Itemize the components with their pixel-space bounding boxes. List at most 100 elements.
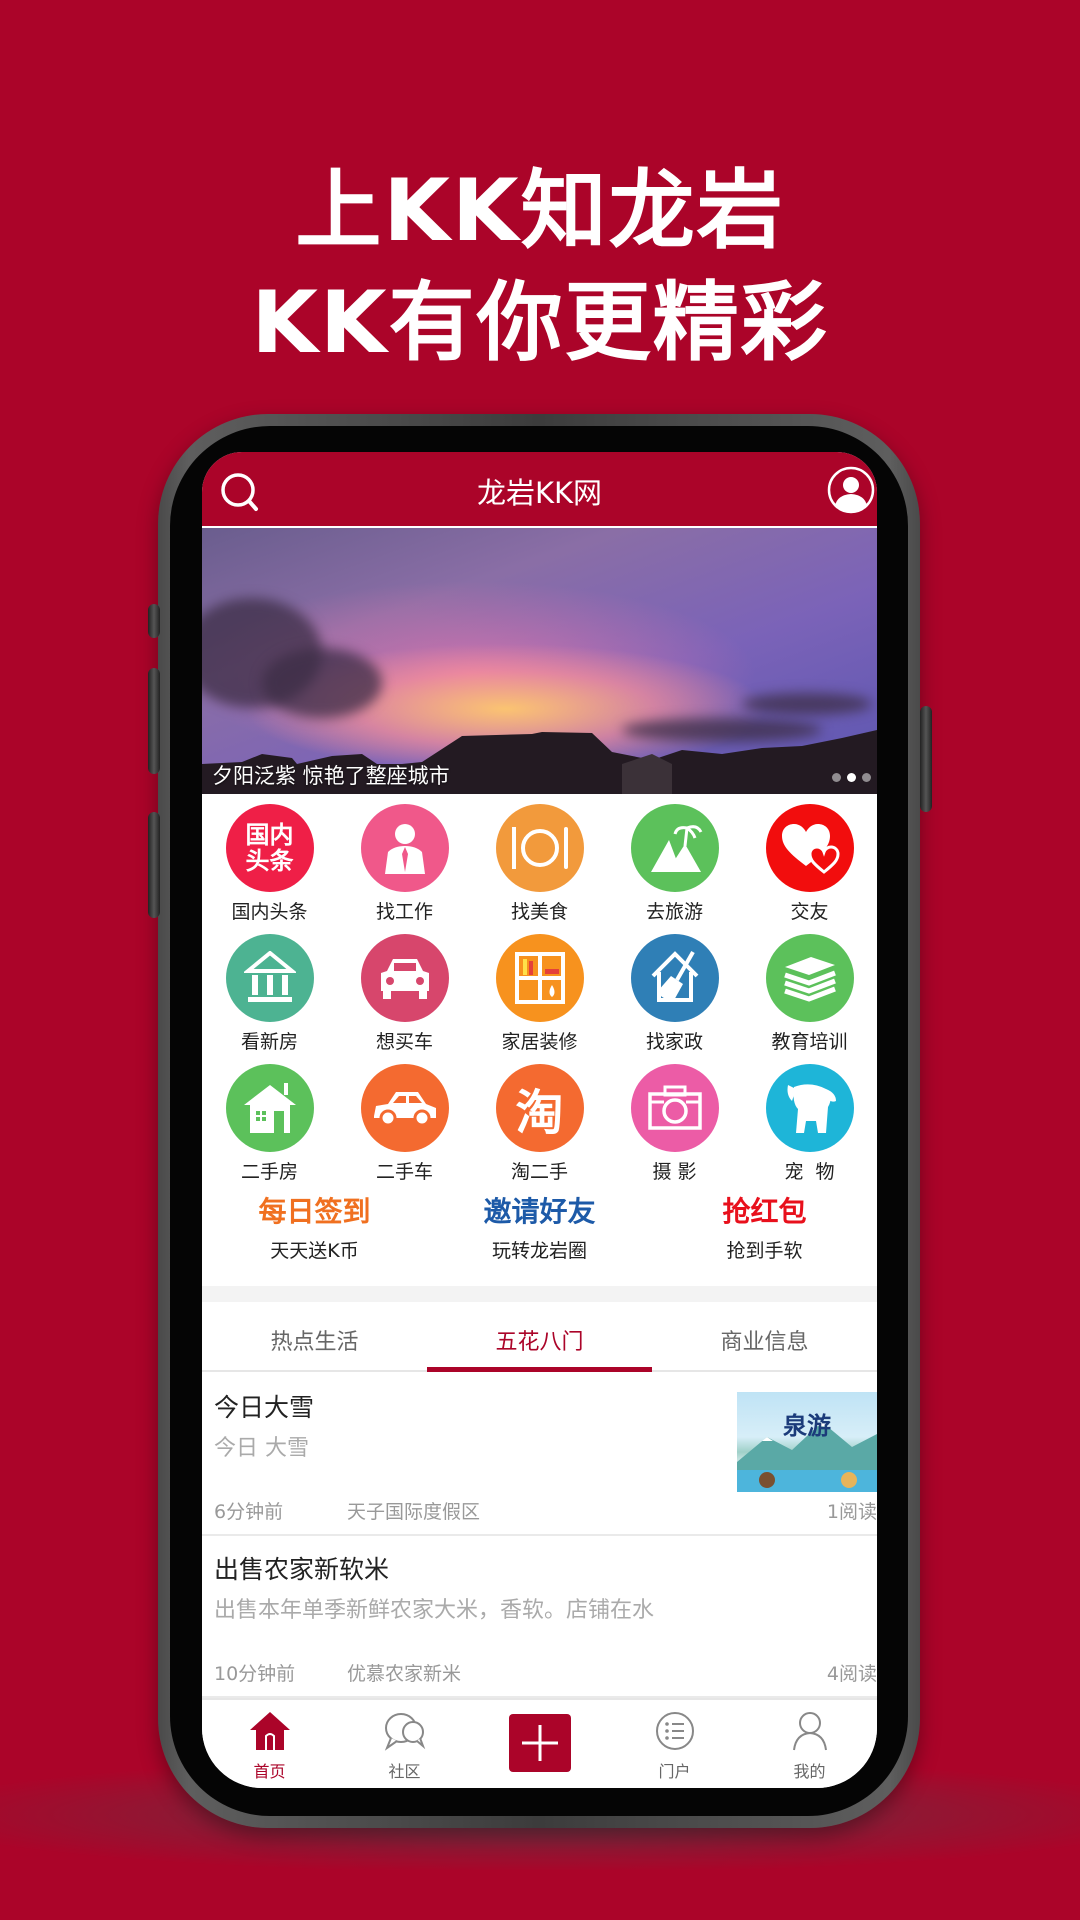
promo-headline-line1: 上KK知龙岩 <box>295 161 785 261</box>
person-icon <box>788 1710 832 1756</box>
category-item[interactable]: 找家政 <box>607 934 742 1054</box>
camera-icon <box>630 1064 719 1152</box>
category-item[interactable]: 看新房 <box>202 934 337 1054</box>
feed-tabs: 热点生活 五花八门 商业信息 <box>202 1302 877 1372</box>
nav-list-circle[interactable]: 门户 <box>607 1700 742 1788</box>
nav-label: 首页 <box>253 1762 286 1781</box>
nav-home[interactable]: 首页 <box>202 1700 337 1788</box>
app-title: 龙岩KK网 <box>476 476 603 510</box>
category-label: 国内头条 <box>231 901 308 923</box>
promo-subtitle: 玩转龙岩圈 <box>491 1240 587 1262</box>
bottom-navigation: 首页 社区 门户 我的 <box>202 1698 877 1788</box>
feed-item-reads: 4阅读 <box>826 1663 877 1685</box>
category-item[interactable]: 家居装修 <box>472 934 607 1054</box>
category-label: 二手车 <box>375 1161 433 1183</box>
phone-power-button <box>920 706 932 812</box>
category-label: 淘二手 <box>510 1161 568 1183</box>
category-item[interactable]: 二手房 <box>202 1064 337 1184</box>
category-label: 找美食 <box>510 901 568 923</box>
feed-item-title: 今日大雪 <box>214 1393 315 1422</box>
category-item[interactable]: 找工作 <box>337 804 472 924</box>
category-grid: 国内 头条 国内头条 找工作 找美食 去旅游 交友 看新房 想买车 家居装修 找家政 教育培训 二手房… <box>202 804 877 1184</box>
promo-title: 邀请好友 <box>483 1195 596 1228</box>
promo-title: 每日签到 <box>258 1195 371 1228</box>
category-label: 交友 <box>790 901 829 923</box>
feed-item-reads: 1阅读 <box>826 1501 877 1523</box>
thumbnail-text: 泉游 <box>783 1412 831 1440</box>
category-label: 二手房 <box>240 1161 298 1183</box>
feed-item-source: 天子国际度假区 <box>347 1501 481 1523</box>
nav-label: 我的 <box>793 1762 826 1781</box>
books-icon <box>765 934 854 1022</box>
nav-label: 门户 <box>658 1762 691 1781</box>
category-label: 摄 影 <box>652 1161 697 1183</box>
category-item[interactable]: 二手车 <box>337 1064 472 1184</box>
promo-subtitle: 抢到手软 <box>726 1240 803 1262</box>
promo-title: 抢红包 <box>722 1195 807 1228</box>
feed-item-time: 6分钟前 <box>214 1501 284 1523</box>
phone-side-button <box>148 604 160 638</box>
category-label: 去旅游 <box>645 901 703 923</box>
window-shelf-icon <box>495 934 584 1022</box>
category-label: 教育培训 <box>771 1031 848 1053</box>
icon-glyph-text: 淘 <box>515 1085 564 1141</box>
category-item[interactable]: 教育培训 <box>742 934 877 1054</box>
job-person-icon <box>360 804 449 892</box>
house-icon <box>225 1064 314 1152</box>
car-front-icon <box>360 934 449 1022</box>
phone-volume-down-button <box>148 812 160 918</box>
carousel-dot[interactable] <box>862 773 871 782</box>
nav-plus[interactable] <box>472 1700 607 1788</box>
chat-bubbles-icon <box>383 1710 427 1756</box>
category-label: 看新房 <box>240 1031 298 1053</box>
carousel-indicator <box>832 773 871 782</box>
building-icon <box>225 934 314 1022</box>
icon-glyph-text: 国内 头条 <box>245 821 294 875</box>
feed-item[interactable]: 今日大雪今日 大雪 6分钟前 天子国际度假区 1阅读 泉游 <box>202 1374 877 1536</box>
category-item[interactable]: 去旅游 <box>607 804 742 924</box>
feed-list: 今日大雪今日 大雪 6分钟前 天子国际度假区 1阅读 泉游出售农家新软米 出售本年单季新… <box>202 1374 877 1698</box>
dog-icon <box>765 1064 854 1152</box>
hearts-icon <box>765 804 854 892</box>
promo-item[interactable]: 邀请好友 玩转龙岩圈 <box>427 1190 652 1274</box>
feed-tab[interactable]: 热点生活 <box>202 1302 427 1370</box>
tao-icon: 淘 <box>495 1064 584 1152</box>
section-divider <box>202 1286 877 1302</box>
promo-subtitle: 天天送K币 <box>270 1240 359 1262</box>
category-item[interactable]: 国内 头条 国内头条 <box>202 804 337 924</box>
category-item[interactable]: 想买车 <box>337 934 472 1054</box>
category-item[interactable]: 摄 影 <box>607 1064 742 1184</box>
banner-cloud <box>262 648 382 718</box>
car-side-icon <box>360 1064 449 1152</box>
plus-icon[interactable] <box>508 1714 571 1772</box>
nav-person[interactable]: 我的 <box>742 1700 877 1788</box>
feed-item-description: 今日 大雪 <box>214 1436 309 1461</box>
palm-tree-icon <box>630 804 719 892</box>
category-label: 想买车 <box>375 1031 433 1053</box>
nav-chat-bubbles[interactable]: 社区 <box>337 1700 472 1788</box>
banner-caption: 夕阳泛紫 惊艳了整座城市 <box>212 764 450 788</box>
category-label: 宠 物 <box>784 1161 835 1183</box>
category-item[interactable]: 找美食 <box>472 804 607 924</box>
carousel-dot-active[interactable] <box>847 773 856 782</box>
headlines-icon: 国内 头条 <box>225 804 314 892</box>
house-broom-icon <box>630 934 719 1022</box>
feed-tab[interactable]: 五花八门 <box>427 1302 652 1372</box>
app-top-bar: 龙岩KK网 <box>202 452 877 526</box>
carousel-dot[interactable] <box>832 773 841 782</box>
promo-item[interactable]: 抢红包 抢到手软 <box>652 1190 877 1274</box>
category-label: 找工作 <box>375 901 433 923</box>
feed-item[interactable]: 出售农家新软米 出售本年单季新鲜农家大米，香软。店铺在水 10分钟前 优慕农家新米 4阅… <box>202 1536 877 1698</box>
promo-item[interactable]: 每日签到天天送K币 <box>202 1190 427 1274</box>
banner-carousel[interactable]: 夕阳泛紫 惊艳了整座城市 <box>202 528 877 794</box>
user-avatar-icon[interactable] <box>827 466 875 514</box>
feed-item-source: 优慕农家新米 <box>347 1663 462 1685</box>
feed-tab[interactable]: 商业信息 <box>652 1302 877 1370</box>
category-label: 找家政 <box>645 1031 703 1053</box>
category-label: 家居装修 <box>501 1031 578 1053</box>
category-item[interactable]: 淘淘二手 <box>472 1064 607 1184</box>
phone-volume-up-button <box>148 668 160 774</box>
category-item[interactable]: 交友 <box>742 804 877 924</box>
category-item[interactable]: 宠 物 <box>742 1064 877 1184</box>
feed-item-thumbnail: 泉游 <box>737 1392 877 1492</box>
